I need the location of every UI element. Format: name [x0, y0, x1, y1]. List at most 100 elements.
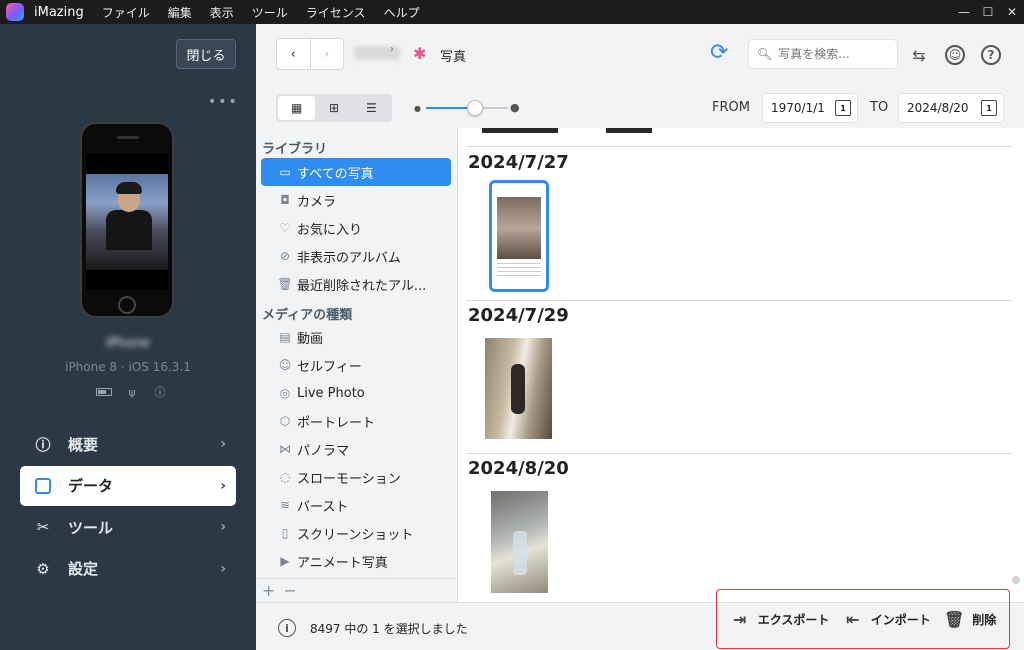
delete-button[interactable]: 🗑︎ 削除: [944, 609, 996, 629]
photo-thumbnail[interactable]: [491, 491, 548, 593]
album-label: パノラマ: [297, 443, 350, 459]
media-section-title: メディアの種類: [262, 308, 353, 323]
search-input[interactable]: [778, 47, 889, 61]
menu-file[interactable]: ファイル: [102, 4, 150, 21]
forward-button[interactable]: ›: [309, 39, 344, 69]
album-camera[interactable]: ◘ カメラ: [261, 186, 451, 214]
view-small-grid-icon[interactable]: ⊞: [315, 96, 352, 120]
album-burst[interactable]: ≋ バースト: [261, 491, 451, 519]
album-hidden[interactable]: ⊘ 非表示のアルバム: [261, 242, 451, 270]
album-slowmo[interactable]: ◌ スローモーション: [261, 463, 451, 491]
album-label: 非表示のアルバム: [297, 250, 401, 266]
album-favorites[interactable]: ♡ お気に入り: [261, 214, 451, 242]
more-options-icon[interactable]: •••: [208, 94, 239, 110]
album-label: アニメート写真: [297, 555, 388, 571]
zoom-thumb[interactable]: [467, 100, 484, 116]
chevron-right-icon: ›: [220, 436, 226, 452]
remove-album-button[interactable]: −: [283, 581, 296, 600]
camera-icon: ◘: [280, 193, 290, 207]
action-group: ⇥ エクスポート ⇤ インポート 🗑︎ 削除: [716, 589, 1010, 649]
search-icon: 🔍︎: [757, 47, 773, 61]
calendar-icon[interactable]: 1: [981, 100, 997, 116]
search-box[interactable]: 🔍︎: [748, 39, 898, 69]
export-button[interactable]: ⇥ エクスポート: [730, 609, 830, 629]
help-icon[interactable]: ?: [980, 44, 1002, 66]
view-large-grid-icon[interactable]: ▦: [278, 96, 316, 120]
nav-overview[interactable]: ⓘ 概要 ›: [20, 424, 236, 464]
group-date: 2024/7/29: [468, 305, 569, 326]
from-date-value: 1970/1/1: [771, 101, 825, 115]
from-date-field[interactable]: 1970/1/1 1: [762, 93, 858, 123]
tools-icon: ✂: [36, 518, 50, 536]
close-window-icon[interactable]: ✕: [1000, 0, 1024, 24]
album-label: スローモーション: [297, 471, 401, 487]
animated-icon: ▶: [280, 554, 290, 568]
album-label: すべての写真: [297, 166, 374, 182]
nav-settings[interactable]: ⚙ 設定 ›: [20, 549, 236, 589]
menu-view[interactable]: 表示: [210, 4, 234, 21]
scrollbar[interactable]: [1012, 576, 1020, 584]
menu-tools[interactable]: ツール: [252, 4, 288, 21]
add-album-button[interactable]: +: [262, 581, 275, 600]
filter-toolbar: ▦ ⊞ ☰ ● ● FROM 1970/1/1 1 TO 2024/8/20 1: [256, 88, 1024, 128]
menu-license[interactable]: ライセンス: [306, 4, 366, 21]
album-selfie[interactable]: ☺ セルフィー: [261, 351, 451, 379]
nav-tools[interactable]: ✂ ツール ›: [20, 507, 236, 547]
device-model: iPhone 8 · iOS 16.3.1: [65, 360, 191, 374]
album-live-photo[interactable]: ◎ Live Photo: [261, 379, 451, 407]
status-bar: i 8497 中の 1 を選択しました ⇥ エクスポート ⇤ インポート 🗑︎ …: [256, 589, 1024, 650]
eye-slash-icon: ⊘: [279, 249, 291, 263]
selection-status: 8497 中の 1 を選択しました: [310, 622, 468, 636]
album-recently-deleted[interactable]: 🗑︎ 最近削除されたアル...: [261, 270, 451, 298]
album-video[interactable]: ▤ 動画: [261, 323, 451, 351]
app-name: iMazing: [34, 4, 84, 20]
album-portrait[interactable]: ⬡ ポートレート: [261, 407, 451, 435]
chevron-right-icon: ›: [220, 560, 226, 577]
transfer-icon[interactable]: ⇆: [908, 44, 930, 66]
to-label: TO: [870, 100, 889, 115]
burst-icon: ≋: [279, 498, 291, 512]
album-label: 動画: [297, 331, 324, 347]
nav-label: データ: [68, 477, 114, 495]
album-label: お気に入り: [297, 222, 363, 238]
album-screenshot[interactable]: ▯ スクリーンショット: [261, 519, 451, 547]
album-label: セルフィー: [297, 359, 362, 375]
calendar-icon[interactable]: 1: [835, 100, 851, 116]
device-info-icon[interactable]: ⓘ: [152, 386, 168, 399]
device-name: iPhone: [106, 336, 150, 351]
menu-help[interactable]: ヘルプ: [384, 4, 420, 21]
square-icon: [34, 477, 52, 495]
to-date-field[interactable]: 2024/8/20 1: [898, 93, 1004, 123]
zoom-track[interactable]: [426, 100, 508, 116]
album-label: Live Photo: [297, 385, 365, 401]
album-label: ポートレート: [297, 415, 376, 431]
view-list-icon[interactable]: ☰: [353, 96, 390, 120]
nav-data[interactable]: データ ›: [20, 465, 236, 506]
home-button-icon: [118, 296, 136, 314]
close-button[interactable]: 閉じる: [176, 39, 236, 69]
album-animated[interactable]: ▶ アニメート写真: [261, 547, 451, 575]
export-label: エクスポート: [757, 612, 830, 627]
delete-label: 削除: [972, 612, 997, 627]
phone-icon: ▯: [281, 526, 289, 540]
account-icon[interactable]: ☺: [944, 44, 966, 66]
photo-thumbnail[interactable]: [485, 338, 552, 439]
trash-icon: 🗑︎: [944, 609, 965, 629]
maximize-icon[interactable]: ☐: [976, 0, 1000, 24]
device-status: ψ ⓘ: [96, 386, 168, 399]
zoom-slider[interactable]: ● ●: [414, 100, 522, 116]
slowmo-icon: ◌: [279, 470, 291, 484]
menu-edit[interactable]: 編集: [168, 4, 192, 21]
back-button[interactable]: ‹: [277, 39, 310, 69]
from-label: FROM: [712, 100, 750, 115]
photo-thumbnail[interactable]: [489, 180, 549, 292]
album-all-photos[interactable]: ▭ すべての写真: [261, 158, 451, 186]
album-panorama[interactable]: ⋈ パノラマ: [261, 435, 451, 463]
refresh-icon[interactable]: ⟳: [710, 42, 728, 64]
nav-label: ツール: [68, 518, 114, 537]
live-photo-icon: ◎: [279, 386, 291, 400]
import-button[interactable]: ⇤ インポート: [843, 609, 931, 629]
trash-icon: 🗑︎: [277, 277, 293, 291]
title-bar: iMazing ファイル 編集 表示 ツール ライセンス ヘルプ — ☐ ✕: [0, 0, 1024, 24]
minimize-icon[interactable]: —: [952, 0, 976, 24]
